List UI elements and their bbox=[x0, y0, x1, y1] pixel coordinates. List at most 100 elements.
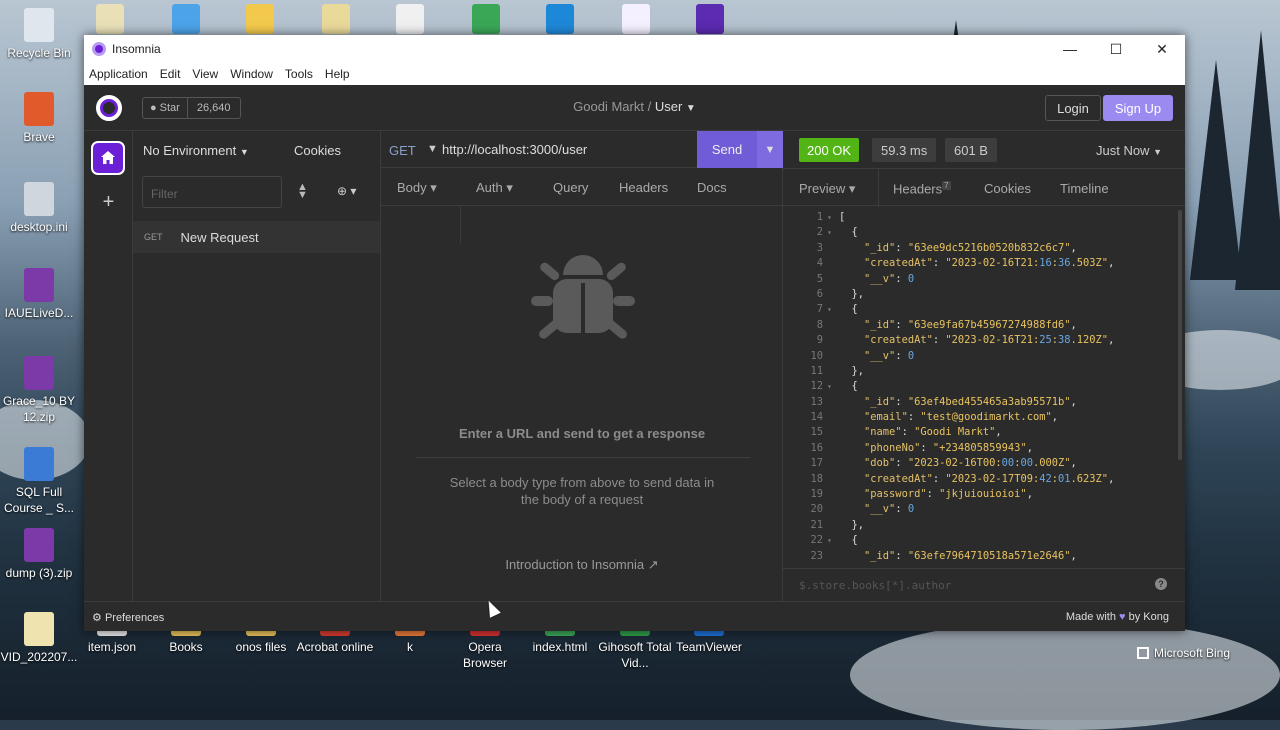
preferences-button[interactable]: ⚙ Preferences bbox=[92, 611, 164, 624]
tab-timeline[interactable]: Timeline bbox=[1060, 181, 1109, 196]
code-line: 1 ▾[ bbox=[783, 210, 1175, 225]
tab-body[interactable]: Body ▾ bbox=[397, 180, 437, 196]
line-text: { bbox=[839, 380, 858, 393]
home-button[interactable] bbox=[91, 141, 125, 175]
background-tree bbox=[1235, 30, 1280, 290]
chevron-down-icon[interactable]: ▼ bbox=[427, 143, 438, 155]
menu-help[interactable]: Help bbox=[325, 67, 350, 81]
fold-toggle-icon[interactable]: ▾ bbox=[825, 533, 839, 548]
desktop-shortcut-icon[interactable] bbox=[696, 4, 724, 34]
tab-auth[interactable]: Auth ▾ bbox=[476, 180, 513, 196]
send-button[interactable]: Send bbox=[697, 131, 757, 168]
request-name: New Request bbox=[180, 229, 259, 245]
menu-application[interactable]: Application bbox=[89, 67, 148, 81]
menu-tools[interactable]: Tools bbox=[285, 67, 313, 81]
desktop-icon[interactable]: desktop.ini bbox=[0, 182, 78, 235]
tab-headers[interactable]: Headers bbox=[619, 180, 668, 195]
title-bar[interactable]: Insomnia — ☐ ✕ bbox=[84, 35, 1185, 63]
response-history-selector[interactable]: Just Now ▼ bbox=[1096, 143, 1162, 158]
login-button[interactable]: Login bbox=[1045, 95, 1101, 121]
code-line: 19 "password": "jkjuiouioioi", bbox=[783, 487, 1175, 502]
environment-selector[interactable]: No Environment ▼ bbox=[143, 143, 249, 158]
code-line: 15 "name": "Goodi Markt", bbox=[783, 425, 1175, 440]
breadcrumb-project[interactable]: Goodi Markt bbox=[573, 99, 644, 114]
desktop-icon[interactable]: Grace_10 BY 12.zip bbox=[0, 356, 78, 425]
desktop-file-icon bbox=[24, 8, 54, 42]
fold-toggle-icon bbox=[825, 241, 839, 256]
line-text: { bbox=[839, 534, 858, 547]
desktop-icon[interactable]: Brave bbox=[0, 92, 78, 145]
made-with-kong[interactable]: Made with ♥ by Kong bbox=[1066, 611, 1169, 623]
gear-icon: ⚙ bbox=[92, 612, 102, 624]
method-selector[interactable]: GET bbox=[389, 143, 416, 158]
tab-docs[interactable]: Docs bbox=[697, 180, 727, 195]
response-filter-input[interactable]: $.store.books[*].author bbox=[783, 568, 1185, 601]
desktop-icon[interactable]: dump (3).zip bbox=[0, 528, 78, 581]
fold-toggle-icon[interactable]: ▾ bbox=[825, 302, 839, 317]
desktop-icon-label: IAUELiveD... bbox=[4, 306, 74, 320]
desktop-icon[interactable]: SQL Full Course _ S... bbox=[0, 447, 78, 516]
line-text: "_id": "63ee9fa67b45967274988fd6", bbox=[864, 318, 1077, 331]
add-request-button[interactable]: ⊕ ▾ bbox=[337, 184, 356, 198]
desktop-shortcut-icon[interactable] bbox=[322, 4, 350, 34]
desktop-icon-label: Grace_10 BY 12.zip bbox=[2, 394, 76, 424]
menu-window[interactable]: Window bbox=[230, 67, 273, 81]
fold-toggle-icon bbox=[825, 425, 839, 440]
desktop-icon[interactable]: IAUELiveD... bbox=[0, 268, 78, 321]
code-line: 21 }, bbox=[783, 518, 1175, 533]
maximize-button[interactable]: ☐ bbox=[1093, 35, 1139, 63]
code-line: 9 "createdAt": "2023-02-16T21:25:38.120Z… bbox=[783, 333, 1175, 348]
breadcrumb-workspace[interactable]: User bbox=[655, 99, 682, 114]
desktop-icon-label: SQL Full Course _ S... bbox=[3, 485, 75, 515]
code-line: 8 "_id": "63ee9fa67b45967274988fd6", bbox=[783, 318, 1175, 333]
code-line: 2 ▾ { bbox=[783, 225, 1175, 240]
line-number: 14 bbox=[810, 411, 823, 424]
bug-icon bbox=[531, 255, 635, 339]
minimize-button[interactable]: — bbox=[1047, 35, 1093, 63]
line-text: { bbox=[839, 303, 858, 316]
tab-query[interactable]: Query bbox=[553, 180, 588, 195]
desktop-shortcut-icon[interactable] bbox=[172, 4, 200, 34]
desktop-shortcut-icon[interactable] bbox=[96, 4, 124, 34]
code-line: 20 "__v": 0 bbox=[783, 502, 1175, 517]
desktop-shortcut-icon[interactable] bbox=[546, 4, 574, 34]
desktop-icon[interactable]: Recycle Bin bbox=[0, 8, 78, 61]
plus-icon[interactable]: + bbox=[84, 191, 133, 214]
introduction-link[interactable]: Introduction to Insomnia ↗ bbox=[381, 557, 783, 573]
response-body[interactable]: 1 ▾[2 ▾ {3 "_id": "63ee9dc5216b0520b832c6c… bbox=[783, 210, 1175, 566]
sort-icon[interactable]: ▲ ▼ bbox=[297, 182, 308, 201]
fold-toggle-icon bbox=[825, 395, 839, 410]
line-number: 2 bbox=[816, 226, 823, 239]
desktop-icon[interactable]: VID_202207... bbox=[0, 612, 78, 665]
desktop-shortcut-icon[interactable] bbox=[622, 4, 650, 34]
fold-toggle-icon[interactable]: ▾ bbox=[825, 379, 839, 394]
signup-button[interactable]: Sign Up bbox=[1103, 95, 1173, 121]
code-line: 4 "createdAt": "2023-02-16T21:16:36.503Z… bbox=[783, 256, 1175, 271]
url-input[interactable]: http://localhost:3000/user bbox=[442, 142, 587, 157]
line-text: "name": "Goodi Markt", bbox=[864, 426, 1002, 439]
filter-input[interactable]: Filter bbox=[142, 176, 282, 208]
tab-response-cookies[interactable]: Cookies bbox=[984, 181, 1031, 196]
menu-view[interactable]: View bbox=[192, 67, 218, 81]
help-icon[interactable]: ? bbox=[1155, 578, 1167, 590]
request-sidebar: No Environment ▼ Cookies Filter ▲ ▼ ⊕ ▾ G… bbox=[133, 131, 381, 601]
line-number: 8 bbox=[816, 318, 823, 331]
line-text: "createdAt": "2023-02-16T21:16:36.503Z", bbox=[864, 257, 1115, 270]
tab-response-headers[interactable]: Headers 7 bbox=[893, 181, 951, 196]
desktop-shortcut-icon[interactable] bbox=[246, 4, 274, 34]
cookies-button[interactable]: Cookies bbox=[294, 143, 341, 158]
fold-toggle-icon[interactable]: ▾ bbox=[825, 210, 839, 225]
line-number: 22 bbox=[810, 534, 823, 547]
scrollbar[interactable] bbox=[1178, 210, 1182, 460]
sidebar-item-request[interactable]: GET New Request bbox=[133, 221, 380, 253]
menu-edit[interactable]: Edit bbox=[160, 67, 181, 81]
close-button[interactable]: ✕ bbox=[1139, 35, 1185, 63]
desktop-shortcut-icon[interactable] bbox=[472, 4, 500, 34]
send-options-button[interactable]: ▼ bbox=[757, 131, 783, 168]
desktop-shortcut-icon[interactable] bbox=[396, 4, 424, 34]
fold-toggle-icon[interactable]: ▾ bbox=[825, 225, 839, 240]
tab-divider bbox=[460, 205, 461, 243]
chevron-down-icon[interactable]: ▼ bbox=[686, 103, 696, 114]
window-title: Insomnia bbox=[112, 42, 161, 56]
tab-preview[interactable]: Preview ▾ bbox=[799, 181, 855, 197]
